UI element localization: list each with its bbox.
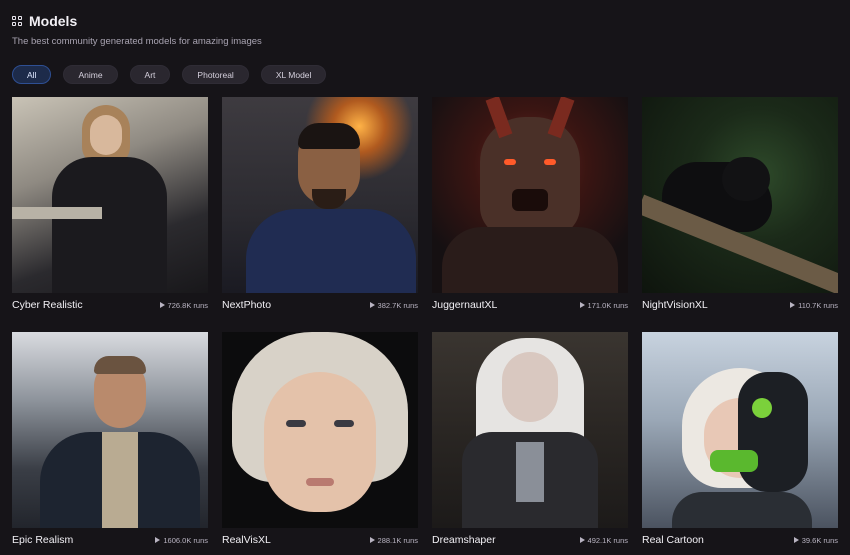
model-name: NextPhoto bbox=[222, 299, 272, 311]
grid-icon bbox=[12, 15, 23, 27]
run-count-label: 382.7K runs bbox=[377, 300, 418, 310]
model-card[interactable]: NextPhoto 382.7K runs bbox=[222, 97, 418, 312]
run-count: 382.7K runs bbox=[369, 300, 418, 310]
model-thumbnail[interactable] bbox=[12, 97, 208, 293]
run-count: 171.0K runs bbox=[579, 300, 628, 310]
model-name: RealVisXL bbox=[222, 534, 271, 546]
play-icon bbox=[369, 537, 375, 543]
page-title: Models bbox=[29, 13, 78, 29]
model-card[interactable]: Cyber Realistic 726.8K runs bbox=[12, 97, 208, 312]
run-count: 39.6K runs bbox=[793, 535, 838, 545]
play-icon bbox=[369, 302, 375, 308]
model-card[interactable]: NightVisionXL 110.7K runs bbox=[642, 97, 838, 312]
filter-chip-photoreal[interactable]: Photoreal bbox=[182, 65, 249, 84]
title-row: Models bbox=[12, 10, 832, 32]
page-header: Models The best community generated mode… bbox=[12, 10, 832, 47]
filter-chip-all[interactable]: All bbox=[12, 65, 52, 84]
run-count: 1606.0K runs bbox=[155, 536, 208, 545]
run-count-label: 288.1K runs bbox=[377, 535, 418, 545]
filter-chip-anime[interactable]: Anime bbox=[63, 65, 118, 84]
run-count-label: 726.8K runs bbox=[167, 300, 208, 310]
model-card[interactable]: Dreamshaper 492.1K runs bbox=[432, 332, 628, 547]
run-count-label: 39.6K runs bbox=[801, 535, 838, 545]
filter-bar: All Anime Art Photoreal XL Model bbox=[12, 65, 327, 84]
model-card[interactable]: RealVisXL 288.1K runs bbox=[222, 332, 418, 547]
play-icon bbox=[579, 537, 585, 543]
play-icon bbox=[159, 302, 165, 308]
model-thumbnail[interactable] bbox=[222, 332, 418, 528]
model-card[interactable]: Epic Realism 1606.0K runs bbox=[12, 332, 208, 547]
model-card[interactable]: JuggernautXL 171.0K runs bbox=[432, 97, 628, 312]
model-thumbnail[interactable] bbox=[432, 97, 628, 293]
page-subtitle: The best community generated models for … bbox=[12, 36, 262, 47]
model-card[interactable]: Real Cartoon 39.6K runs bbox=[642, 332, 838, 547]
play-icon bbox=[155, 537, 161, 543]
run-count: 110.7K runs bbox=[790, 301, 838, 310]
model-name: JuggernautXL bbox=[432, 299, 498, 311]
run-count: 288.1K runs bbox=[369, 535, 418, 545]
play-icon bbox=[790, 302, 796, 308]
model-name: NightVisionXL bbox=[642, 299, 708, 311]
model-thumbnail[interactable] bbox=[12, 332, 208, 528]
run-count: 492.1K runs bbox=[579, 535, 628, 545]
play-icon bbox=[579, 302, 585, 308]
model-thumbnail[interactable] bbox=[432, 332, 628, 528]
model-name: Epic Realism bbox=[12, 534, 74, 546]
run-count-label: 1606.0K runs bbox=[163, 535, 208, 545]
run-count-label: 171.0K runs bbox=[587, 300, 628, 310]
filter-chip-xl-model[interactable]: XL Model bbox=[260, 65, 327, 84]
run-count-label: 492.1K runs bbox=[587, 535, 628, 545]
play-icon bbox=[793, 537, 799, 543]
model-thumbnail[interactable] bbox=[222, 97, 418, 293]
filter-chip-art[interactable]: Art bbox=[129, 65, 171, 84]
model-name: Cyber Realistic bbox=[12, 299, 83, 311]
run-count-label: 110.7K runs bbox=[798, 300, 838, 310]
model-thumbnail[interactable] bbox=[642, 332, 838, 528]
run-count: 726.8K runs bbox=[159, 300, 208, 310]
model-name: Real Cartoon bbox=[642, 534, 704, 546]
model-thumbnail[interactable] bbox=[642, 97, 838, 293]
model-name: Dreamshaper bbox=[432, 534, 496, 546]
